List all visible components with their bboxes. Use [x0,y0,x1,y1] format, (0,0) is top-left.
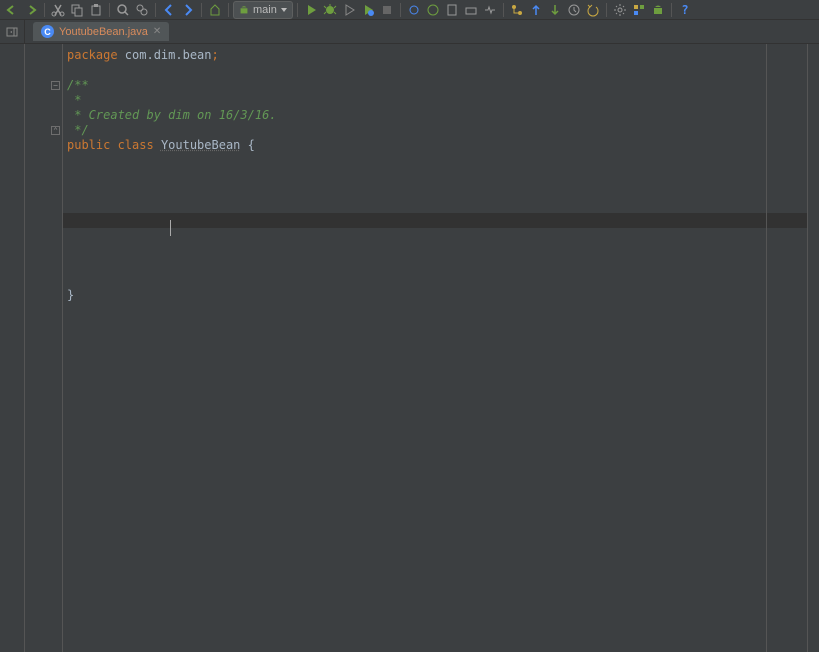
android-icon[interactable] [649,1,667,19]
editor-area: − ⌃ package com.dim.bean; /** * * Create… [0,44,819,652]
redo-arrow-icon[interactable] [22,1,40,19]
code-line: */ [63,123,807,138]
separator [44,3,45,17]
help-icon[interactable]: ? [676,1,694,19]
code-line [63,153,807,168]
settings-icon[interactable] [611,1,629,19]
avd-icon[interactable] [443,1,461,19]
separator [155,3,156,17]
sdk-icon[interactable] [462,1,480,19]
code-line [63,258,807,273]
replace-icon[interactable] [133,1,151,19]
code-line: package com.dim.bean; [63,48,807,63]
find-icon[interactable] [114,1,132,19]
code-line: /** [63,78,807,93]
ddms-icon[interactable] [481,1,499,19]
code-line [63,183,807,198]
right-margin-guide [766,44,767,652]
debug-icon[interactable] [321,1,339,19]
code-line [63,273,807,288]
separator [201,3,202,17]
fold-marker-close[interactable]: ⌃ [51,126,60,135]
vcs-icon[interactable] [508,1,526,19]
separator [671,3,672,17]
forward-icon[interactable] [179,1,197,19]
gutter[interactable]: − ⌃ [25,44,63,652]
paste-icon[interactable] [87,1,105,19]
cut-icon[interactable] [49,1,67,19]
project-panel-toggle[interactable] [0,20,25,43]
revert-icon[interactable] [584,1,602,19]
separator [503,3,504,17]
code-line: public class YoutubeBean { [63,138,807,153]
editor-tabs: C YoutubeBean.java ✕ [25,20,169,43]
sync-gradle-icon[interactable] [424,1,442,19]
code-line [63,168,807,183]
history-icon[interactable] [565,1,583,19]
attach-debug-icon[interactable] [359,1,377,19]
separator [606,3,607,17]
code-line [63,228,807,243]
left-margin [0,44,25,652]
code-line [63,243,807,258]
tab-youtubebean[interactable]: C YoutubeBean.java ✕ [33,22,169,41]
fold-marker-open[interactable]: − [51,81,60,90]
commit-icon[interactable] [546,1,564,19]
update-icon[interactable] [527,1,545,19]
tab-label: YoutubeBean.java [59,26,148,38]
run-icon[interactable] [302,1,320,19]
separator [297,3,298,17]
close-icon[interactable]: ✕ [153,26,161,37]
code-line: } [63,288,807,303]
chevron-down-icon [280,6,288,14]
copy-icon[interactable] [68,1,86,19]
back-icon[interactable] [160,1,178,19]
svg-text:?: ? [681,3,688,17]
class-icon: C [41,25,54,38]
run-config-label: main [253,4,277,16]
text-cursor-icon [167,220,174,236]
main-toolbar: main ? [0,0,819,20]
separator [109,3,110,17]
scroll-margin [807,44,819,652]
run-coverage-icon[interactable] [340,1,358,19]
separator [400,3,401,17]
android-icon [238,4,250,16]
code-editor[interactable]: package com.dim.bean; /** * * Created by… [63,44,807,652]
sync-icon[interactable] [405,1,423,19]
code-line [63,63,807,78]
build-icon[interactable] [206,1,224,19]
code-line: * [63,93,807,108]
separator [228,3,229,17]
code-line [63,198,807,213]
code-line: * Created by dim on 16/3/16. [63,108,807,123]
run-configuration-dropdown[interactable]: main [233,1,293,19]
code-line-current [63,213,807,228]
structure-icon[interactable] [630,1,648,19]
stop-icon[interactable] [378,1,396,19]
tab-bar: C YoutubeBean.java ✕ [0,20,819,44]
undo-arrow-icon[interactable] [3,1,21,19]
